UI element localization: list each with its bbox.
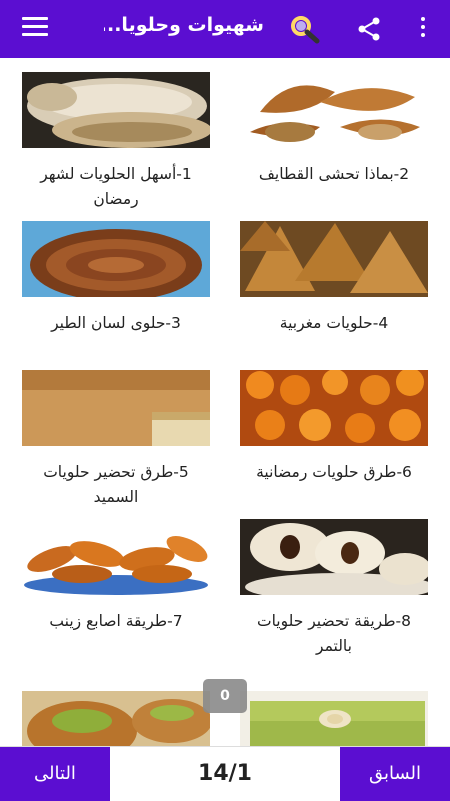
recipe-card-8[interactable]: 8-طريقة تحضير حلويات بالتمر (240, 519, 428, 659)
recipe-title: 2-بماذا تحشى القطايف (258, 165, 410, 183)
recipe-card-7[interactable]: 7-طريقة اصابع زينب (22, 519, 210, 634)
previous-button[interactable]: السابق (340, 747, 450, 801)
recipe-card-10[interactable] (240, 691, 428, 746)
counter-badge[interactable]: 0 (203, 679, 247, 713)
share-icon[interactable] (356, 16, 382, 42)
recipe-grid: 1-أسهل الحلويات لشهر رمضان 2-بماذا تحشى … (0, 58, 450, 746)
search-icon[interactable] (288, 14, 322, 44)
semolina-cake-photo (22, 370, 210, 446)
app-bar: شهيوات وحلويا... (0, 0, 450, 58)
recipe-card-5[interactable]: 5-طرق تحضير حلويات السميد (22, 370, 210, 510)
pagination-bar: التالى 14/1 السابق (0, 746, 450, 801)
recipe-card-1[interactable]: 1-أسهل الحلويات لشهر رمضان (22, 72, 210, 212)
recipe-title: 7-طريقة اصابع زينب (49, 612, 183, 630)
hamburger-menu-icon[interactable] (22, 17, 48, 39)
page-indicator: 14/1 (198, 761, 252, 786)
fried-dough-balls-photo (240, 370, 428, 446)
recipe-title: 1-أسهل الحلويات لشهر رمضان (40, 165, 192, 208)
recipe-card-9[interactable] (22, 691, 210, 746)
next-button[interactable]: التالى (0, 747, 110, 801)
recipe-title: 3-حلوى لسان الطير (51, 314, 181, 332)
moroccan-sweets-photo (240, 221, 428, 297)
date-cookies-photo (240, 519, 428, 595)
recipe-card-4[interactable]: 4-حلويات مغربية (240, 221, 428, 336)
recipe-card-6[interactable]: 6-طرق حلويات رمضانية (240, 370, 428, 485)
recipe-title: 4-حلويات مغربية (279, 314, 389, 332)
more-vertical-icon[interactable] (418, 17, 428, 41)
zainab-fingers-photo (22, 519, 210, 595)
qatayef-food-photo (240, 72, 428, 148)
recipe-title: 6-طرق حلويات رمضانية (256, 463, 412, 481)
pistachio-dessert-photo (22, 691, 210, 746)
pistachio-cake-photo (240, 691, 428, 746)
bird-tongue-sweets-photo (22, 221, 210, 297)
app-title: شهيوات وحلويا... (104, 14, 264, 36)
recipe-card-3[interactable]: 3-حلوى لسان الطير (22, 221, 210, 336)
pastry-food-photo (22, 72, 210, 148)
recipe-title: 8-طريقة تحضير حلويات بالتمر (256, 612, 411, 655)
recipe-card-2[interactable]: 2-بماذا تحشى القطايف (240, 72, 428, 187)
recipe-title: 5-طرق تحضير حلويات السميد (43, 463, 189, 506)
